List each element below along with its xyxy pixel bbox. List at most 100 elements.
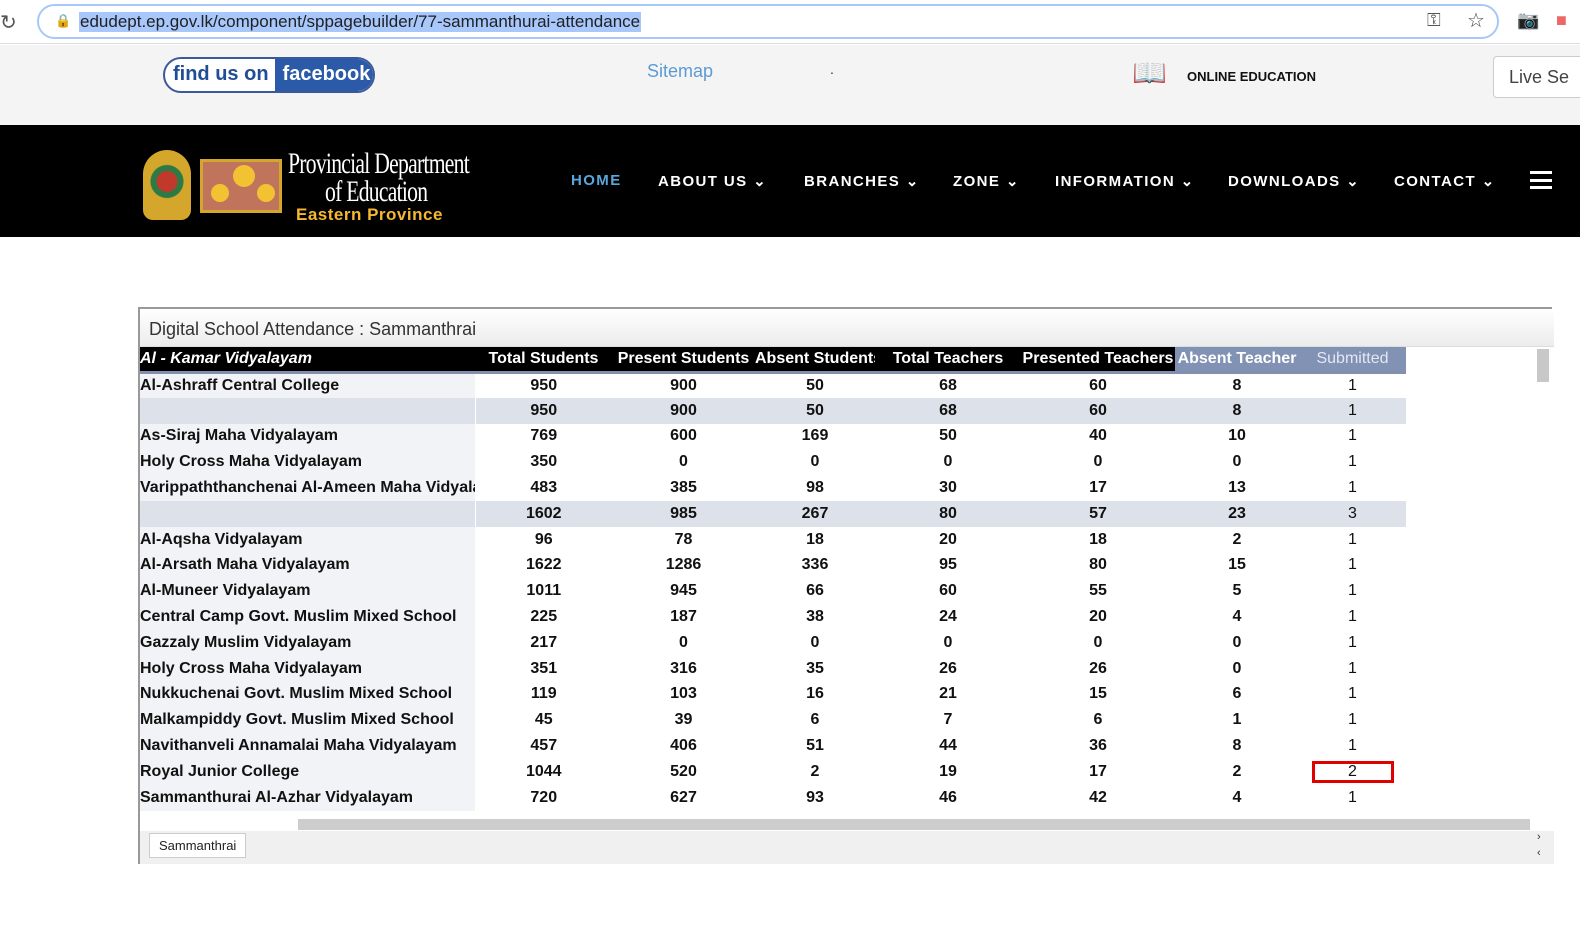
table-cell[interactable]: 26 — [875, 656, 1021, 682]
table-cell[interactable]: 10 — [1175, 424, 1299, 450]
table-cell[interactable]: 520 — [612, 759, 755, 785]
table-cell[interactable]: 2 — [1299, 759, 1406, 785]
table-cell[interactable]: 1 — [1299, 656, 1406, 682]
table-cell[interactable]: 900 — [612, 397, 755, 424]
table-cell[interactable]: 1 — [1299, 372, 1406, 398]
table-cell[interactable]: 769 — [475, 424, 612, 450]
table-cell[interactable]: 16 — [755, 682, 875, 708]
logo-line-3[interactable]: Eastern Province — [296, 205, 443, 225]
school-name-cell[interactable]: Al-Muneer Vidyalayam — [140, 578, 476, 605]
school-name-cell[interactable]: Al-Aqsha Vidyalayam — [140, 526, 476, 553]
table-cell[interactable]: 8 — [1175, 372, 1299, 398]
table-cell[interactable]: 0 — [612, 449, 755, 475]
table-cell[interactable]: 68 — [875, 372, 1021, 398]
table-cell[interactable]: 1 — [1299, 527, 1406, 553]
table-cell[interactable]: 267 — [755, 500, 875, 527]
school-name-cell[interactable]: Gazzaly Muslim Vidyalayam — [140, 629, 476, 656]
table-cell[interactable]: 0 — [1175, 449, 1299, 475]
table-cell[interactable]: 1 — [1299, 553, 1406, 579]
table-cell[interactable]: 1 — [1299, 578, 1406, 604]
table-cell[interactable]: 19 — [875, 759, 1021, 785]
table-cell[interactable]: 0 — [1021, 630, 1175, 656]
table-cell[interactable]: 4 — [1175, 785, 1299, 811]
table-cell[interactable]: 0 — [612, 630, 755, 656]
table-cell[interactable]: 7 — [875, 707, 1021, 733]
next-tab-icon[interactable]: › — [1537, 831, 1541, 843]
table-cell[interactable]: 6 — [1175, 682, 1299, 708]
address-bar[interactable]: 🔒 edudept.ep.gov.lk/component/sppagebuil… — [37, 4, 1499, 39]
book-icon[interactable]: 📖 — [1132, 57, 1184, 89]
table-cell[interactable]: 38 — [755, 604, 875, 630]
nav-contact[interactable]: CONTACT ⌄ — [1394, 172, 1496, 190]
table-cell[interactable]: 60 — [1021, 372, 1175, 398]
table-cell[interactable]: 169 — [755, 424, 875, 450]
table-cell[interactable]: 55 — [1021, 578, 1175, 604]
table-cell[interactable]: 30 — [875, 475, 1021, 501]
table-cell[interactable]: 1 — [1299, 630, 1406, 656]
table-cell[interactable]: 20 — [1021, 604, 1175, 630]
table-cell[interactable]: 187 — [612, 604, 755, 630]
table-cell[interactable]: 15 — [1021, 682, 1175, 708]
table-cell[interactable]: 0 — [1175, 656, 1299, 682]
table-cell[interactable]: 457 — [475, 733, 612, 759]
table-cell[interactable]: 50 — [755, 372, 875, 398]
sheet-tab-sammanthrai[interactable]: Sammanthrai — [149, 833, 247, 858]
table-cell[interactable]: 985 — [612, 500, 755, 527]
table-cell[interactable]: 0 — [875, 449, 1021, 475]
table-cell[interactable]: 950 — [475, 372, 612, 398]
table-cell[interactable]: 1044 — [475, 759, 612, 785]
table-cell[interactable]: 4 — [1175, 604, 1299, 630]
hamburger-menu-icon[interactable] — [1530, 171, 1552, 189]
live-search-input[interactable]: Live Se — [1493, 56, 1580, 98]
table-cell[interactable]: 20 — [875, 527, 1021, 553]
table-cell[interactable]: 1 — [1299, 449, 1406, 475]
url-text[interactable]: edudept.ep.gov.lk/component/sppagebuilde… — [79, 12, 642, 32]
table-cell[interactable]: 0 — [875, 630, 1021, 656]
table-cell[interactable]: 483 — [475, 475, 612, 501]
vertical-scrollbar[interactable] — [1537, 347, 1551, 817]
table-cell[interactable]: 80 — [875, 500, 1021, 527]
table-cell[interactable]: 0 — [1175, 630, 1299, 656]
school-name-cell[interactable]: Nukkuchenai Govt. Muslim Mixed School — [140, 681, 476, 708]
table-cell[interactable]: 600 — [612, 424, 755, 450]
table-cell[interactable]: 945 — [612, 578, 755, 604]
table-cell[interactable]: 17 — [1021, 759, 1175, 785]
table-cell[interactable]: 96 — [475, 527, 612, 553]
table-cell[interactable]: 1 — [1299, 604, 1406, 630]
table-cell[interactable]: 0 — [755, 630, 875, 656]
school-name-cell[interactable]: Al-Ashraff Central College — [140, 372, 476, 398]
bookmark-star-icon[interactable]: ☆ — [1467, 8, 1485, 33]
table-cell[interactable]: 2 — [1175, 759, 1299, 785]
table-cell[interactable]: 15 — [1175, 553, 1299, 579]
horizontal-scrollbar[interactable] — [298, 819, 1530, 830]
table-cell[interactable]: 1 — [1299, 424, 1406, 450]
table-cell[interactable]: 42 — [1021, 785, 1175, 811]
table-cell[interactable]: 39 — [612, 707, 755, 733]
table-cell[interactable]: 98 — [755, 475, 875, 501]
school-name-cell[interactable]: Holy Cross Maha Vidyalayam — [140, 655, 476, 682]
table-cell[interactable]: 1 — [1299, 707, 1406, 733]
table-cell[interactable]: 316 — [612, 656, 755, 682]
table-cell[interactable]: 23 — [1175, 500, 1299, 527]
table-cell[interactable]: 1286 — [612, 553, 755, 579]
key-icon[interactable]: ⚿ — [1427, 10, 1441, 31]
table-cell[interactable]: 44 — [875, 733, 1021, 759]
school-name-cell[interactable]: Royal Junior College — [140, 758, 476, 785]
logo-line-2[interactable]: of Education — [325, 175, 428, 209]
table-cell[interactable]: 103 — [612, 682, 755, 708]
table-cell[interactable]: 385 — [612, 475, 755, 501]
lock-icon[interactable]: 🔒 — [55, 13, 71, 29]
table-cell[interactable]: 17 — [1021, 475, 1175, 501]
table-cell[interactable]: 1011 — [475, 578, 612, 604]
sitemap-link[interactable]: Sitemap — [647, 61, 713, 82]
nav-branches[interactable]: BRANCHES ⌄ — [804, 172, 920, 190]
table-cell[interactable]: 26 — [1021, 656, 1175, 682]
school-name-cell[interactable]: Central Camp Govt. Muslim Mixed School — [140, 604, 476, 630]
table-cell[interactable]: 217 — [475, 630, 612, 656]
table-cell[interactable]: 225 — [475, 604, 612, 630]
table-cell[interactable]: 95 — [875, 553, 1021, 579]
table-cell[interactable]: 93 — [755, 785, 875, 811]
table-cell[interactable]: 119 — [475, 682, 612, 708]
table-cell[interactable]: 24 — [875, 604, 1021, 630]
table-cell[interactable]: 336 — [755, 553, 875, 579]
